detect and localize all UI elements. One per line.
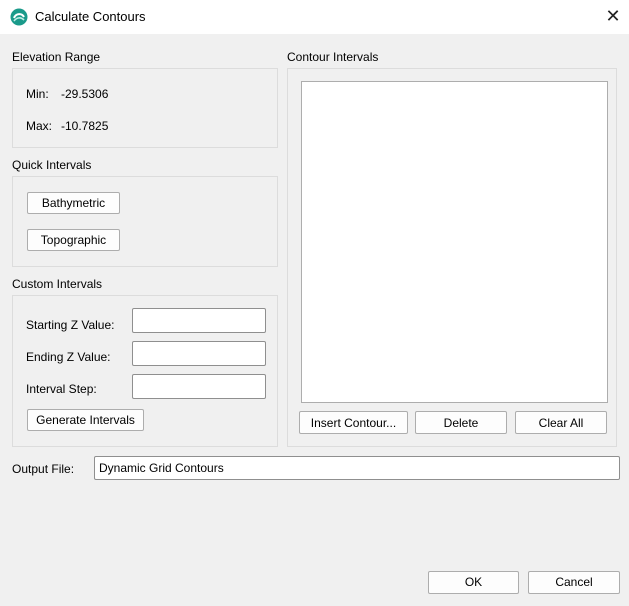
generate-intervals-button[interactable]: Generate Intervals <box>27 409 144 431</box>
output-file-label: Output File: <box>12 462 75 476</box>
ok-button[interactable]: OK <box>428 571 519 594</box>
title-bar: Calculate Contours ✕ <box>0 0 629 34</box>
min-value: -29.5306 <box>61 87 109 101</box>
starting-z-input[interactable] <box>132 308 266 333</box>
window-title: Calculate Contours <box>35 9 146 24</box>
cancel-button[interactable]: Cancel <box>528 571 620 594</box>
app-logo-icon <box>10 8 28 26</box>
max-label: Max: <box>26 119 53 133</box>
min-label: Min: <box>26 87 49 101</box>
max-value: -10.7825 <box>61 119 109 133</box>
delete-button[interactable]: Delete <box>415 411 507 434</box>
custom-intervals-group: Starting Z Value: Ending Z Value: Interv… <box>12 295 278 447</box>
close-button[interactable]: ✕ <box>600 4 626 28</box>
interval-step-input[interactable] <box>132 374 266 399</box>
clear-all-button[interactable]: Clear All <box>515 411 607 434</box>
elevation-range-group: Min: -29.5306 Max: -10.7825 <box>12 68 278 148</box>
quick-intervals-heading: Quick Intervals <box>12 158 92 172</box>
contour-intervals-heading: Contour Intervals <box>287 50 379 64</box>
contour-intervals-list[interactable] <box>301 81 608 403</box>
bathymetric-button[interactable]: Bathymetric <box>27 192 120 214</box>
contour-intervals-group: Insert Contour... Delete Clear All <box>287 68 617 447</box>
output-file-input[interactable] <box>94 456 620 480</box>
interval-step-label: Interval Step: <box>26 382 97 396</box>
ending-z-input[interactable] <box>132 341 266 366</box>
custom-intervals-heading: Custom Intervals <box>12 277 103 291</box>
elevation-range-heading: Elevation Range <box>12 50 101 64</box>
ending-z-label: Ending Z Value: <box>26 350 111 364</box>
quick-intervals-group: Bathymetric Topographic <box>12 176 278 267</box>
close-icon: ✕ <box>605 6 621 26</box>
insert-contour-button[interactable]: Insert Contour... <box>299 411 408 434</box>
starting-z-label: Starting Z Value: <box>26 318 115 332</box>
topographic-button[interactable]: Topographic <box>27 229 120 251</box>
